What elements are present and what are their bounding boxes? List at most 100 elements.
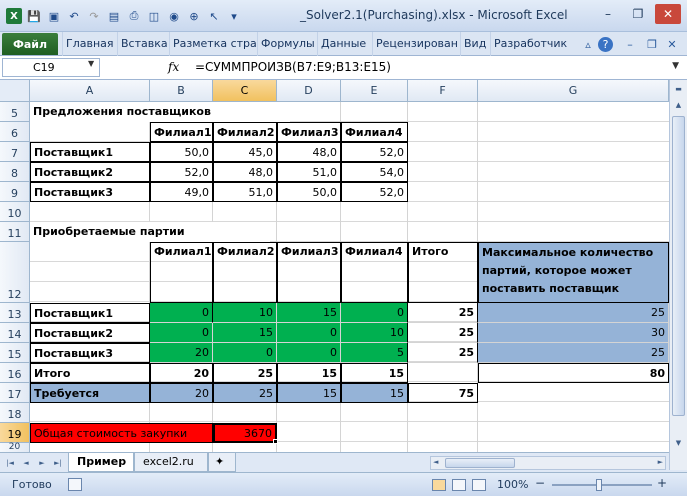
row-header-5[interactable]: 5 bbox=[0, 102, 30, 122]
cell-g12[interactable]: Максимальное количество партий, которое … bbox=[478, 242, 669, 303]
doc-restore-icon[interactable]: ❐ bbox=[644, 35, 660, 53]
cell-b17[interactable]: 20 bbox=[150, 383, 213, 403]
cell-a8[interactable]: Поставщик2 bbox=[30, 162, 150, 182]
row-header-15[interactable]: 15 bbox=[0, 343, 30, 363]
cell-e9[interactable]: 52,0 bbox=[341, 182, 408, 202]
plus-circle-icon[interactable]: ⊕ bbox=[186, 8, 202, 24]
cell-d6[interactable]: Филиал3 bbox=[277, 122, 341, 142]
sheet-tab-excel2[interactable]: excel2.ru bbox=[134, 453, 208, 472]
row-header-9[interactable]: 9 bbox=[0, 182, 30, 202]
scroll-right-icon[interactable]: ► bbox=[658, 458, 663, 466]
macro-record-icon[interactable] bbox=[68, 478, 82, 491]
cell-c12[interactable]: Филиал2 bbox=[213, 242, 277, 303]
cell-d8[interactable]: 51,0 bbox=[277, 162, 341, 182]
column-header-a[interactable]: A bbox=[30, 80, 150, 102]
tab-review[interactable]: Рецензирован bbox=[372, 32, 460, 56]
cell-b16[interactable]: 20 bbox=[150, 363, 213, 383]
row-header-14[interactable]: 14 bbox=[0, 323, 30, 343]
split-handle-icon[interactable]: ▬ bbox=[672, 82, 685, 96]
restore-button[interactable]: ❐ bbox=[625, 4, 651, 24]
cell-d14[interactable]: 0 bbox=[277, 323, 341, 343]
horizontal-scrollbar[interactable]: ◄ ► bbox=[430, 456, 666, 470]
expand-formula-icon[interactable]: ▼ bbox=[672, 61, 679, 71]
cell-e13[interactable]: 0 bbox=[341, 303, 408, 323]
cell-b7[interactable]: 50,0 bbox=[150, 142, 213, 162]
scroll-left-icon[interactable]: ◄ bbox=[433, 458, 438, 466]
ribbon-minimize-icon[interactable]: ▵ bbox=[580, 35, 596, 53]
zoom-slider[interactable] bbox=[552, 484, 652, 486]
cell-g15[interactable]: 25 bbox=[478, 343, 669, 363]
cell-c8[interactable]: 48,0 bbox=[213, 162, 277, 182]
name-box-dropdown-icon[interactable]: ▼ bbox=[88, 59, 94, 68]
cell-c15[interactable]: 0 bbox=[213, 343, 277, 363]
vertical-scrollbar[interactable]: ▬ ▲ ▼ bbox=[669, 80, 687, 470]
column-header-b[interactable]: B bbox=[150, 80, 213, 102]
cell-a17[interactable]: Требуется bbox=[30, 383, 150, 403]
cell-a13[interactable]: Поставщик1 bbox=[30, 303, 150, 323]
cell-d15[interactable]: 0 bbox=[277, 343, 341, 363]
cell-c9[interactable]: 51,0 bbox=[213, 182, 277, 202]
doc-close-icon[interactable]: ✕ bbox=[664, 35, 680, 53]
row-header-8[interactable]: 8 bbox=[0, 162, 30, 182]
sheet-tab-primer[interactable]: Пример bbox=[68, 453, 134, 472]
tab-formulas[interactable]: Формулы bbox=[257, 32, 317, 56]
column-header-g[interactable]: G bbox=[478, 80, 669, 102]
cell-a9[interactable]: Поставщик3 bbox=[30, 182, 150, 202]
tab-file[interactable]: Файл bbox=[2, 33, 58, 55]
insert-sheet-icon[interactable]: ✦ bbox=[208, 453, 236, 472]
column-header-c[interactable]: C bbox=[213, 80, 277, 102]
close-button[interactable]: ✕ bbox=[655, 4, 681, 24]
zoom-in-icon[interactable]: + bbox=[657, 476, 667, 490]
scroll-up-icon[interactable]: ▲ bbox=[672, 98, 685, 112]
tab-data[interactable]: Данные bbox=[317, 32, 372, 56]
zoom-slider-knob[interactable] bbox=[596, 479, 602, 491]
doc-minimize-icon[interactable]: – bbox=[622, 35, 638, 53]
row-header-10[interactable]: 10 bbox=[0, 202, 30, 222]
cell-g13[interactable]: 25 bbox=[478, 303, 669, 323]
save-icon[interactable]: 💾 bbox=[26, 8, 42, 24]
cell-b12[interactable]: Филиал1 bbox=[150, 242, 213, 303]
customize-qat-icon[interactable]: ▾ bbox=[226, 8, 242, 24]
select-all-corner[interactable] bbox=[0, 80, 30, 102]
cell-d12[interactable]: Филиал3 bbox=[277, 242, 341, 303]
cell-f12[interactable]: Итого bbox=[408, 242, 478, 303]
cell-a5[interactable]: Предложения поставщиков bbox=[30, 102, 290, 122]
tab-view[interactable]: Вид bbox=[460, 32, 490, 56]
row-header-7[interactable]: 7 bbox=[0, 142, 30, 162]
cell-f15[interactable]: 25 bbox=[408, 343, 478, 363]
next-sheet-icon[interactable]: ► bbox=[36, 456, 48, 470]
formula-input[interactable]: =СУММПРОИЗВ(B7:E9;B13:E15) bbox=[195, 60, 391, 74]
normal-view-icon[interactable] bbox=[432, 479, 446, 491]
minimize-button[interactable]: – bbox=[595, 4, 621, 24]
preview-icon[interactable]: ◫ bbox=[146, 8, 162, 24]
tab-developer[interactable]: Разработчик bbox=[490, 32, 570, 56]
row-header-17[interactable]: 17 bbox=[0, 383, 30, 403]
insert-function-icon[interactable]: fx bbox=[168, 60, 179, 74]
cell-c13[interactable]: 10 bbox=[213, 303, 277, 323]
first-sheet-icon[interactable]: |◄ bbox=[4, 456, 16, 470]
row-header-13[interactable]: 13 bbox=[0, 303, 30, 323]
cell-b6[interactable]: Филиал1 bbox=[150, 122, 213, 142]
cell-d7[interactable]: 48,0 bbox=[277, 142, 341, 162]
cell-e16[interactable]: 15 bbox=[341, 363, 408, 383]
cell-c17[interactable]: 25 bbox=[213, 383, 277, 403]
last-sheet-icon[interactable]: ►| bbox=[52, 456, 64, 470]
column-header-f[interactable]: F bbox=[408, 80, 478, 102]
cell-f14[interactable]: 25 bbox=[408, 323, 478, 343]
screen-icon[interactable]: ▣ bbox=[46, 8, 62, 24]
cell-g16[interactable]: 80 bbox=[478, 363, 669, 383]
undo-icon[interactable]: ↶ bbox=[66, 8, 82, 24]
row-header-12[interactable]: 12 bbox=[0, 242, 30, 303]
cell-b9[interactable]: 49,0 bbox=[150, 182, 213, 202]
cell-d13[interactable]: 15 bbox=[277, 303, 341, 323]
cell-e17[interactable]: 15 bbox=[341, 383, 408, 403]
column-header-d[interactable]: D bbox=[277, 80, 341, 102]
cell-c7[interactable]: 45,0 bbox=[213, 142, 277, 162]
prev-sheet-icon[interactable]: ◄ bbox=[20, 456, 32, 470]
cell-g14[interactable]: 30 bbox=[478, 323, 669, 343]
cell-b8[interactable]: 52,0 bbox=[150, 162, 213, 182]
page-break-view-icon[interactable] bbox=[472, 479, 486, 491]
cell-c16[interactable]: 25 bbox=[213, 363, 277, 383]
cell-e8[interactable]: 54,0 bbox=[341, 162, 408, 182]
zoom-level[interactable]: 100% bbox=[497, 478, 528, 491]
